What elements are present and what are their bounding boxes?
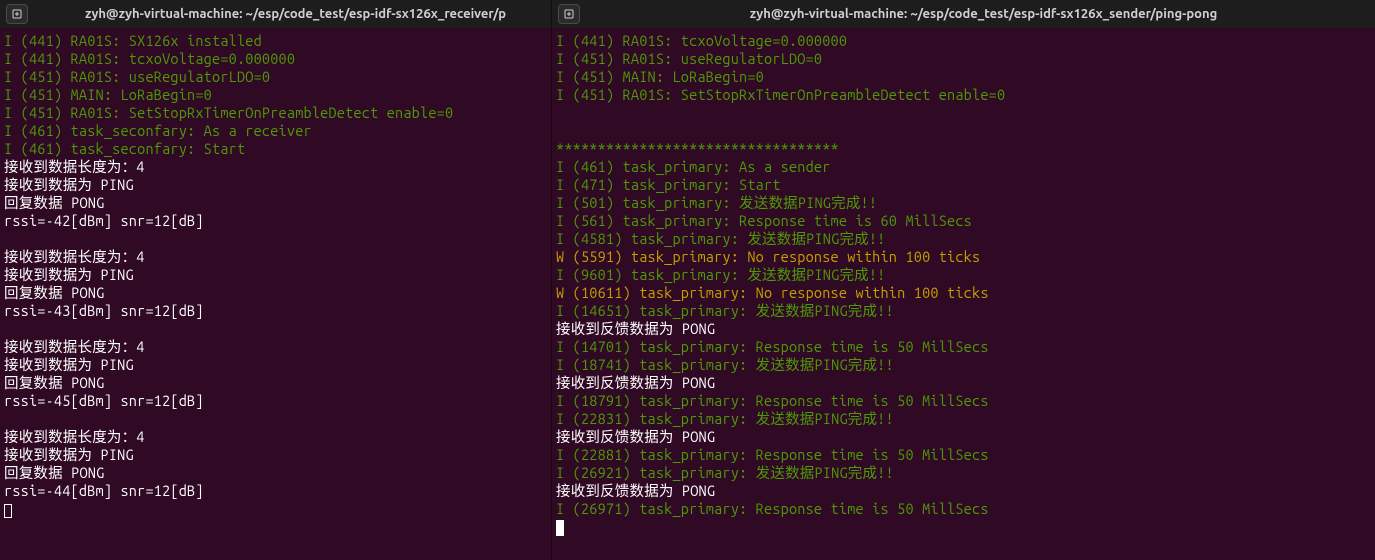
terminal-line: I (26921) task_primary: 发送数据PING完成!!: [556, 464, 1371, 482]
terminal-line: 接收到数据为 PING: [4, 266, 547, 284]
prompt-cursor-line[interactable]: [4, 500, 547, 518]
terminal-line: **********************************: [556, 140, 1371, 158]
terminal-line: I (451) MAIN: LoRaBegin=0: [556, 68, 1371, 86]
terminal-line: 接收到数据为 PING: [4, 446, 547, 464]
terminal-line: 接收到数据长度为：4: [4, 338, 547, 356]
terminal-line: I (441) RA01S: SX126x installed: [4, 32, 547, 50]
terminal-line: I (22831) task_primary: 发送数据PING完成!!: [556, 410, 1371, 428]
terminal-line: I (18741) task_primary: 发送数据PING完成!!: [556, 356, 1371, 374]
terminal-line: [4, 230, 547, 248]
terminal-line: 接收到数据长度为：4: [4, 248, 547, 266]
terminal-line: 回复数据 PONG: [4, 374, 547, 392]
window-title-right: zyh@zyh-virtual-machine: ~/esp/code_test…: [598, 7, 1369, 21]
titlebar-right: zyh@zyh-virtual-machine: ~/esp/code_test…: [552, 0, 1375, 28]
terminal-line: I (461) task_primary: As a sender: [556, 158, 1371, 176]
terminal-line: I (14701) task_primary: Response time is…: [556, 338, 1371, 356]
terminal-line: I (461) task_seconfary: Start: [4, 140, 547, 158]
terminal-line: I (441) RA01S: tcxoVoltage=0.000000: [556, 32, 1371, 50]
terminal-line: 回复数据 PONG: [4, 194, 547, 212]
terminal-line: I (441) RA01S: tcxoVoltage=0.000000: [4, 50, 547, 68]
new-tab-icon: [563, 8, 575, 20]
terminal-line: 接收到反馈数据为 PONG: [556, 428, 1371, 446]
new-tab-icon: [11, 8, 23, 20]
terminal-output-left[interactable]: I (441) RA01S: SX126x installedI (441) R…: [0, 28, 551, 522]
terminal-line: I (4581) task_primary: 发送数据PING完成!!: [556, 230, 1371, 248]
terminal-line: rssi=-45[dBm] snr=12[dB]: [4, 392, 547, 410]
terminal-line: I (561) task_primary: Response time is 6…: [556, 212, 1371, 230]
terminal-line: 接收到反馈数据为 PONG: [556, 482, 1371, 500]
terminal-line: 接收到反馈数据为 PONG: [556, 374, 1371, 392]
terminal-line: I (26971) task_primary: Response time is…: [556, 500, 1371, 518]
terminal-line: 接收到数据长度为：4: [4, 428, 547, 446]
terminal-line: I (471) task_primary: Start: [556, 176, 1371, 194]
terminal-line: I (451) RA01S: SetStopRxTimerOnPreambleD…: [556, 86, 1371, 104]
titlebar-left: zyh@zyh-virtual-machine: ~/esp/code_test…: [0, 0, 551, 28]
terminal-pane-sender[interactable]: zyh@zyh-virtual-machine: ~/esp/code_test…: [552, 0, 1375, 560]
new-tab-button[interactable]: [558, 4, 580, 24]
terminal-line: 接收到数据为 PING: [4, 176, 547, 194]
terminal-line: 接收到数据长度为：4: [4, 158, 547, 176]
cursor-icon: [4, 504, 12, 518]
terminal-line: I (14651) task_primary: 发送数据PING完成!!: [556, 302, 1371, 320]
terminal-line: rssi=-44[dBm] snr=12[dB]: [4, 482, 547, 500]
terminal-line: rssi=-42[dBm] snr=12[dB]: [4, 212, 547, 230]
terminal-line: [556, 104, 1371, 122]
terminal-line: rssi=-43[dBm] snr=12[dB]: [4, 302, 547, 320]
terminal-line: [4, 410, 547, 428]
terminal-line: [4, 320, 547, 338]
terminal-line: 回复数据 PONG: [4, 284, 547, 302]
terminal-line: I (451) RA01S: useRegulatorLDO=0: [556, 50, 1371, 68]
terminal-line: I (501) task_primary: 发送数据PING完成!!: [556, 194, 1371, 212]
window-title-left: zyh@zyh-virtual-machine: ~/esp/code_test…: [46, 7, 545, 21]
terminal-line: I (451) MAIN: LoRaBegin=0: [4, 86, 547, 104]
terminal-output-right[interactable]: I (441) RA01S: tcxoVoltage=0.000000I (45…: [552, 28, 1375, 540]
terminal-line: W (10611) task_primary: No response with…: [556, 284, 1371, 302]
terminal-line: I (461) task_seconfary: As a receiver: [4, 122, 547, 140]
terminal-line: 接收到数据为 PING: [4, 356, 547, 374]
cursor-icon: [556, 520, 564, 536]
prompt-cursor-line[interactable]: [556, 518, 1371, 536]
terminal-line: 接收到反馈数据为 PONG: [556, 320, 1371, 338]
terminal-line: I (451) RA01S: SetStopRxTimerOnPreambleD…: [4, 104, 547, 122]
terminal-line: 回复数据 PONG: [4, 464, 547, 482]
new-tab-button[interactable]: [6, 4, 28, 24]
terminal-line: W (5591) task_primary: No response withi…: [556, 248, 1371, 266]
terminal-line: I (9601) task_primary: 发送数据PING完成!!: [556, 266, 1371, 284]
terminal-pane-receiver[interactable]: zyh@zyh-virtual-machine: ~/esp/code_test…: [0, 0, 552, 560]
terminal-line: [556, 122, 1371, 140]
terminal-line: I (451) RA01S: useRegulatorLDO=0: [4, 68, 547, 86]
terminal-line: I (22881) task_primary: Response time is…: [556, 446, 1371, 464]
terminal-line: I (18791) task_primary: Response time is…: [556, 392, 1371, 410]
